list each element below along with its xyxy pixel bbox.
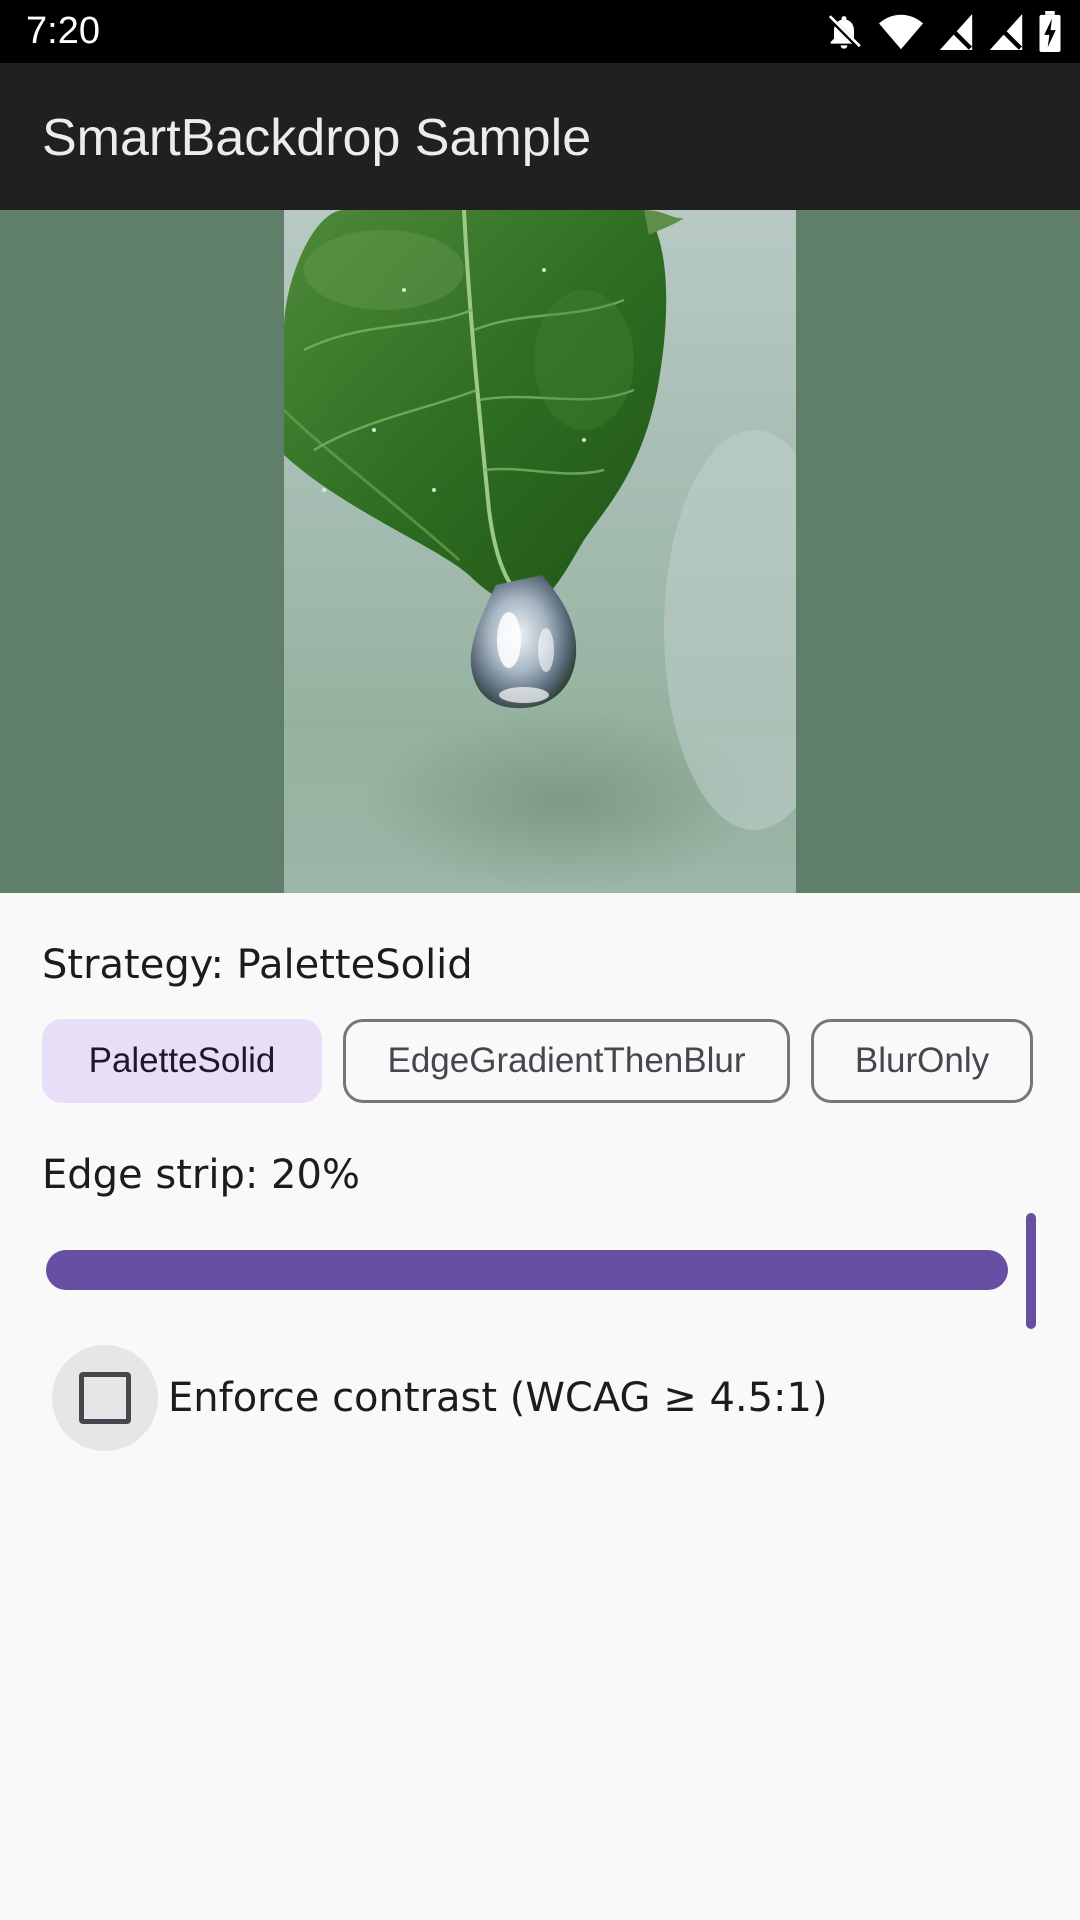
enforce-contrast-row[interactable]: Enforce contrast (WCAG ≥ 4.5:1)	[52, 1345, 828, 1451]
status-bar: 7:20	[0, 0, 1080, 63]
enforce-contrast-checkbox[interactable]	[79, 1372, 131, 1424]
leaf-water-drop-image	[284, 210, 796, 893]
strategy-label: Strategy: PaletteSolid	[42, 942, 473, 988]
slider-active-track	[46, 1250, 1008, 1290]
backdrop-preview	[0, 210, 1080, 893]
battery-charging-icon	[1039, 11, 1061, 53]
preview-image	[284, 210, 796, 893]
checkbox-ripple[interactable]	[52, 1345, 158, 1451]
signal-off-icon	[939, 14, 973, 50]
chip-palette-solid[interactable]: PaletteSolid	[42, 1019, 322, 1103]
chip-edge-gradient-then-blur[interactable]: EdgeGradientThenBlur	[343, 1019, 790, 1103]
edge-strip-label: Edge strip: 20%	[42, 1152, 360, 1198]
chip-blur-only[interactable]: BlurOnly	[811, 1019, 1033, 1103]
edge-strip-slider[interactable]	[44, 1210, 1044, 1330]
slider-thumb[interactable]	[1026, 1213, 1036, 1329]
app-title: SmartBackdrop Sample	[42, 109, 592, 167]
status-icons	[824, 11, 1062, 53]
app-bar: SmartBackdrop Sample	[0, 63, 1080, 210]
signal-off-icon	[989, 14, 1023, 50]
wifi-icon	[878, 14, 924, 50]
notifications-off-icon	[827, 15, 861, 49]
enforce-contrast-label: Enforce contrast (WCAG ≥ 4.5:1)	[168, 1375, 828, 1421]
status-time: 7:20	[26, 10, 100, 52]
